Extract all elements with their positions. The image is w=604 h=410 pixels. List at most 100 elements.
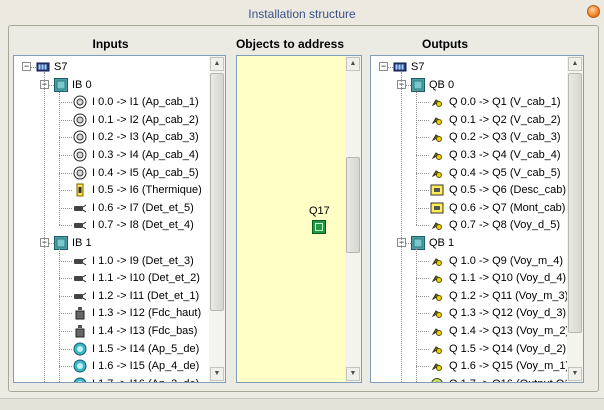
inputs_tree-root-label[interactable]: S7: [54, 59, 67, 75]
limit-switch-icon: [73, 324, 87, 338]
outputs-scroll-thumb[interactable]: [568, 73, 582, 333]
outputs_tree-item-label[interactable]: Q 1.2 -> Q11 (Voy_m_3): [449, 288, 567, 304]
tree-connector: [59, 366, 72, 368]
lamp-icon: [430, 289, 444, 303]
inputs_tree-item-label[interactable]: I 0.1 -> I2 (Ap_cab_2): [92, 112, 199, 128]
tree-connector: [59, 295, 72, 297]
tree-connector: [59, 348, 72, 350]
outputs_tree-item-label[interactable]: Q 1.1 -> Q10 (Voy_d_4): [449, 270, 566, 286]
outputs_tree-item-label[interactable]: Q 0.2 -> Q3 (V_cab_3): [449, 129, 561, 145]
objects-scroll-up-button[interactable]: ▲: [346, 57, 360, 71]
outputs_tree-item-label[interactable]: Q 1.6 -> Q15 (Voy_m_1): [449, 358, 567, 374]
tree-connector: [416, 155, 429, 156]
inputs_tree-item-label[interactable]: I 0.7 -> I8 (Det_et_4): [92, 217, 194, 233]
outputs_tree-item-label[interactable]: Q 1.7 -> Q16 (Output Q1: [449, 376, 567, 382]
tree-connector: [416, 260, 429, 262]
objects-scroll-thumb[interactable]: [346, 157, 360, 253]
outputs_tree-item-label[interactable]: Q 0.1 -> Q2 (V_cab_2): [449, 112, 561, 128]
pushbutton-icon: [73, 95, 87, 109]
tree-connector: [59, 172, 72, 174]
lamp-icon: [430, 130, 444, 144]
outputs_tree-item-label[interactable]: Q 1.0 -> Q9 (Voy_m_4): [449, 253, 563, 269]
lamp-icon: [430, 113, 444, 127]
inputs-scrollbar[interactable]: ▲ ▼: [209, 56, 225, 382]
lamp-icon: [430, 254, 444, 268]
byte-group-icon: [411, 236, 425, 250]
outputs-scroll-up-button[interactable]: ▲: [568, 57, 582, 71]
thermal-relay-icon: [73, 183, 87, 197]
tree-expander[interactable]: −: [22, 62, 31, 71]
close-button[interactable]: [587, 5, 600, 18]
floor-button-icon: [73, 359, 87, 373]
inputs_tree-item-label[interactable]: I 1.2 -> I11 (Det_et_1): [92, 288, 199, 304]
outputs_tree-item-label[interactable]: Q 0.6 -> Q7 (Mont_cab): [449, 200, 565, 216]
lamp-icon: [430, 306, 444, 320]
outputs_tree-item-label[interactable]: Q 0.4 -> Q5 (V_cab_5): [449, 165, 561, 181]
inputs-scroll-down-button[interactable]: ▼: [210, 367, 224, 381]
inputs_tree-item-label[interactable]: I 0.2 -> I3 (Ap_cab_3): [92, 129, 199, 145]
tree-connector: [416, 102, 429, 104]
tree-connector: [416, 225, 429, 227]
limit-switch-icon: [73, 306, 87, 320]
outputs_tree-item-label[interactable]: Q 1.4 -> Q13 (Voy_m_2): [449, 323, 567, 339]
inputs_tree-item-label[interactable]: I 0.0 -> I1 (Ap_cab_1): [92, 94, 199, 110]
tree-connector: [416, 248, 417, 382]
inputs-tree-panel[interactable]: − S7− IB 0I 0.0 -> I1 (Ap_cab_1) I 0.1 -> I…: [13, 55, 226, 383]
inputs_tree-group-label[interactable]: IB 0: [72, 77, 92, 93]
tree-connector: [59, 137, 72, 139]
inputs_tree-item-label[interactable]: I 0.4 -> I5 (Ap_cab_5): [92, 165, 199, 181]
sensor-icon: [73, 289, 87, 303]
tree-connector: [416, 119, 429, 121]
window-title: Installation structure: [248, 7, 356, 21]
outputs-tree-panel[interactable]: − S7− QB 0Q 0.0 -> Q1 (V_cab_1) Q 0.1 -> Q2…: [370, 55, 584, 383]
tree-connector: [59, 331, 72, 332]
inputs_tree-item-label[interactable]: I 1.5 -> I14 (Ap_5_de): [92, 341, 199, 357]
outputs_tree-item-label[interactable]: Q 0.3 -> Q4 (V_cab_4): [449, 147, 561, 163]
tree-connector: [416, 137, 429, 139]
inputs_tree-item-label[interactable]: I 1.4 -> I13 (Fdc_bas): [92, 323, 197, 339]
outputs-tree[interactable]: − S7− QB 0Q 0.0 -> Q1 (V_cab_1) Q 0.1 -> Q2…: [371, 56, 567, 382]
outputs-scroll-down-button[interactable]: ▼: [568, 367, 582, 381]
tree-connector: [416, 278, 429, 280]
inputs-scroll-thumb[interactable]: [210, 73, 224, 311]
outputs_tree-item-label[interactable]: Q 1.5 -> Q14 (Voy_d_2): [449, 341, 566, 357]
inputs_tree-item-label[interactable]: I 1.6 -> I15 (Ap_4_de): [92, 358, 199, 374]
inputs_tree-item-label[interactable]: I 0.3 -> I4 (Ap_cab_4): [92, 147, 199, 163]
inputs_tree-item-label[interactable]: I 1.3 -> I12 (Fdc_haut): [92, 305, 201, 321]
objects-scrollbar[interactable]: ▲ ▼: [345, 56, 361, 382]
tree-connector: [401, 72, 402, 382]
lamp-icon: [430, 166, 444, 180]
inputs_tree-item-label[interactable]: I 1.1 -> I10 (Det_et_2): [92, 270, 200, 286]
outputs_tree-item-label[interactable]: Q 0.0 -> Q1 (V_cab_1): [449, 94, 561, 110]
tree-expander[interactable]: −: [379, 62, 388, 71]
outputs_tree-root-label[interactable]: S7: [411, 59, 424, 75]
lamp-icon: [430, 218, 444, 232]
motor-icon[interactable]: [312, 220, 326, 234]
outputs-scrollbar[interactable]: ▲ ▼: [567, 56, 583, 382]
objects-panel[interactable]: Q17 ▲ ▼: [236, 55, 362, 383]
sensor-icon: [73, 201, 87, 215]
outputs_tree-item-label[interactable]: Q 1.3 -> Q12 (Voy_d_3): [449, 305, 566, 321]
inputs_tree-item-label[interactable]: I 1.0 -> I9 (Det_et_3): [92, 253, 194, 269]
inputs-scroll-up-button[interactable]: ▲: [210, 57, 224, 71]
status-bar: [0, 398, 604, 410]
outputs_tree-item-label[interactable]: Q 0.5 -> Q6 (Desc_cab): [449, 182, 566, 198]
inputs-tree[interactable]: − S7− IB 0I 0.0 -> I1 (Ap_cab_1) I 0.1 -> I…: [14, 56, 209, 382]
inputs_tree-item-label[interactable]: I 0.6 -> I7 (Det_et_5): [92, 200, 194, 216]
inputs_tree-item-label[interactable]: I 1.7 -> I16 (Ap_3_de): [92, 376, 199, 382]
lamp-icon: [430, 359, 444, 373]
outputs_tree-group-label[interactable]: QB 1: [429, 235, 454, 251]
tree-connector: [59, 89, 60, 226]
byte-group-icon: [54, 77, 68, 92]
plc-icon: [393, 60, 407, 74]
tree-connector: [59, 260, 72, 262]
tree-connector: [416, 89, 417, 226]
inputs-heading: Inputs: [92, 37, 129, 51]
outputs_tree-item-label[interactable]: Q 0.7 -> Q8 (Voy_d_5): [449, 217, 560, 233]
inputs_tree-group-label[interactable]: IB 1: [72, 235, 92, 251]
objects-scroll-down-button[interactable]: ▼: [346, 367, 360, 381]
outputs_tree-group-label[interactable]: QB 0: [429, 77, 454, 93]
inputs_tree-item-label[interactable]: I 0.5 -> I6 (Thermique): [92, 182, 202, 198]
object-label: Q17: [309, 205, 330, 217]
tree-connector: [59, 278, 72, 280]
